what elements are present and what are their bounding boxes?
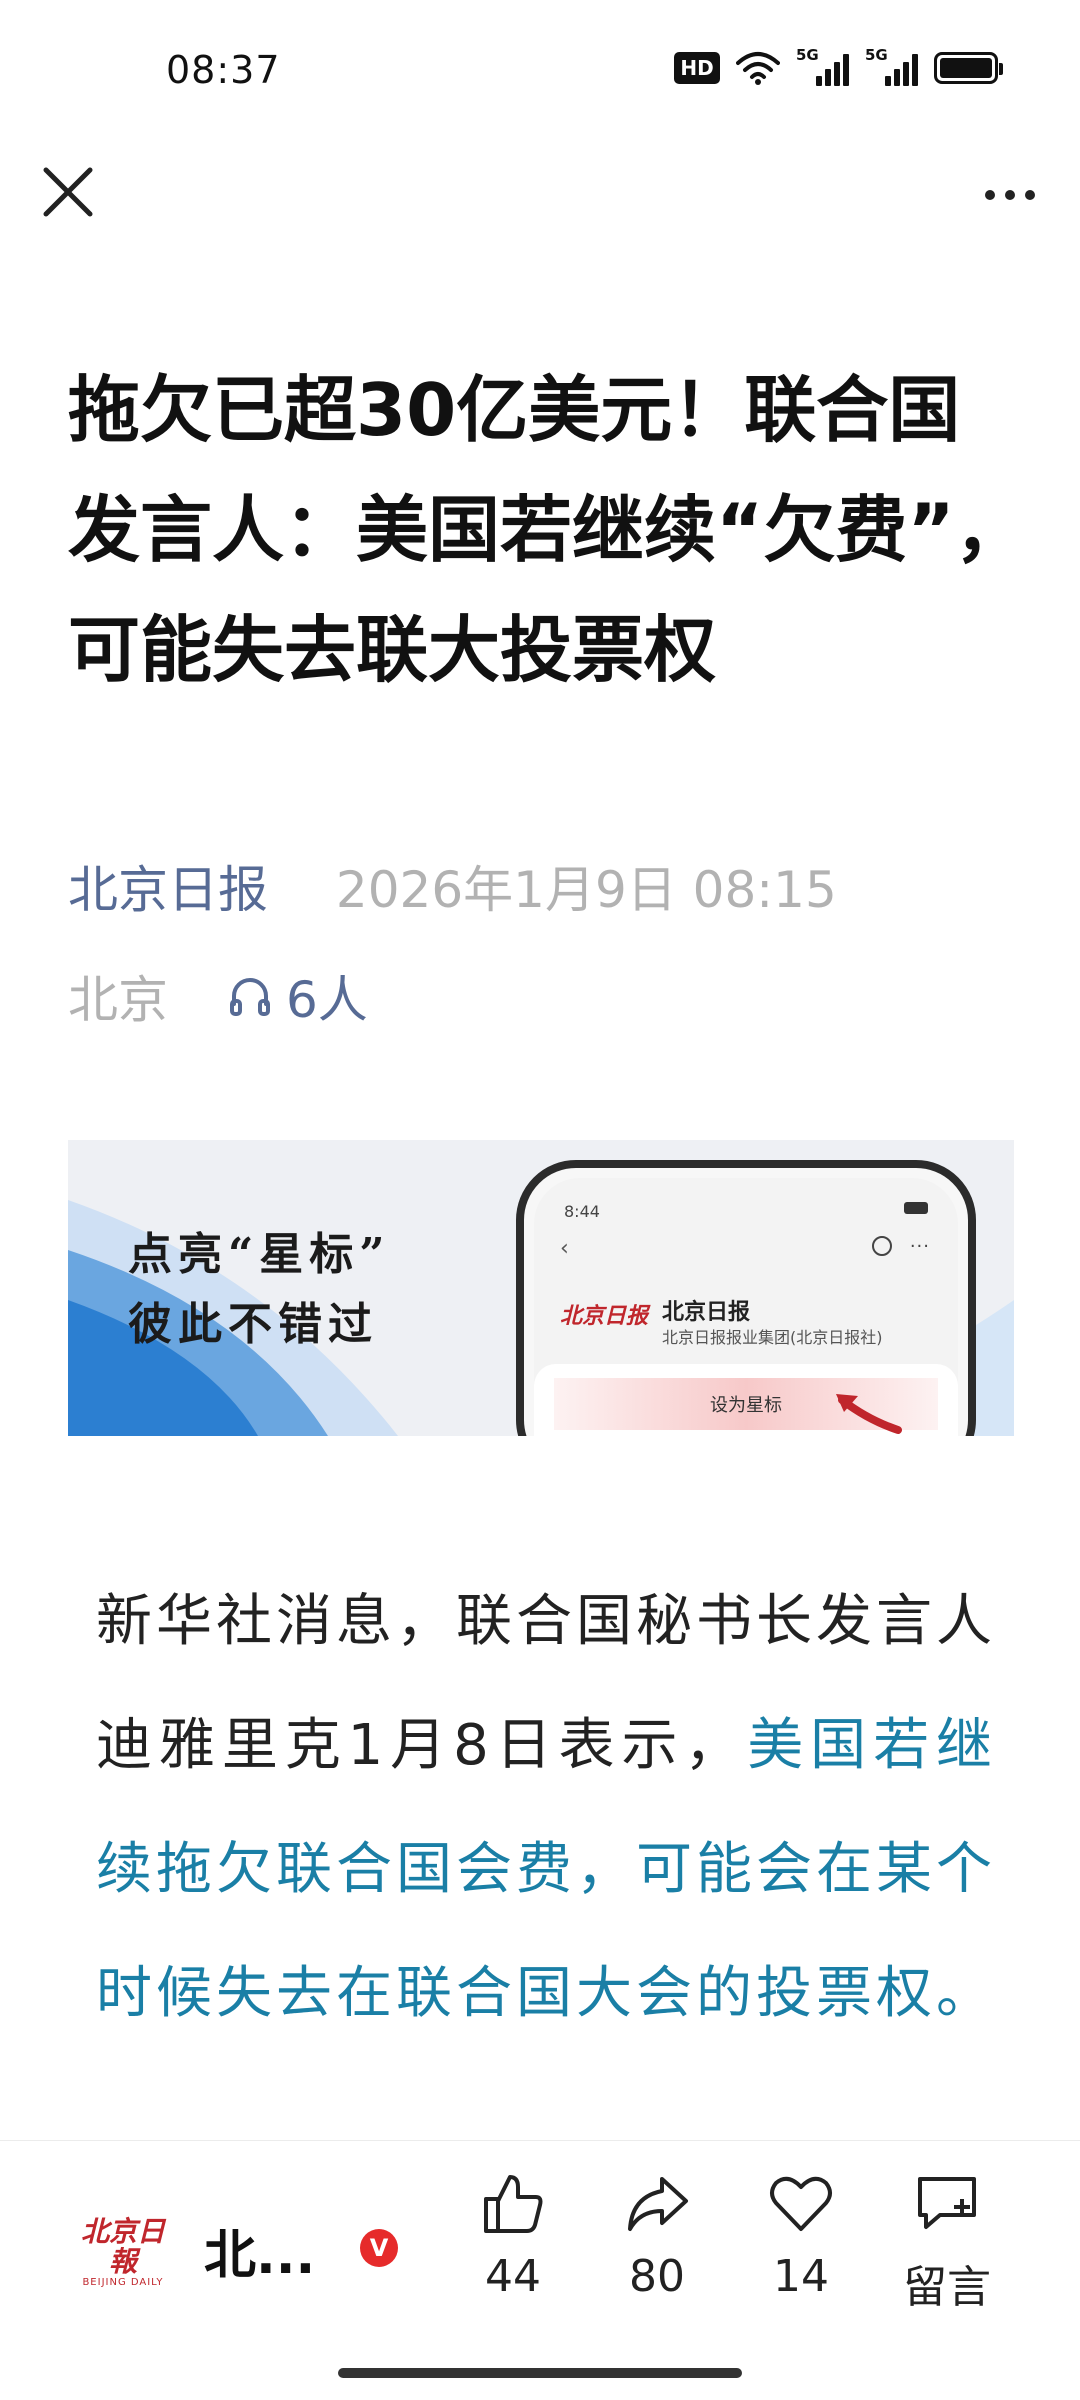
cellular-signal-icon: 5G bbox=[865, 46, 918, 86]
back-icon: ‹ bbox=[560, 1236, 569, 1261]
more-icon bbox=[985, 190, 995, 200]
account-logo[interactable]: 北京日報 BEIJING DAILY bbox=[80, 2217, 166, 2289]
listener-count: 6人 bbox=[286, 971, 368, 1029]
article-paragraph: 新华社消息，联合国秘书长发言人迪雅里克1月8日表示，美国若继续拖欠联合国会费，可… bbox=[96, 1560, 996, 2056]
like-button[interactable]: 44 bbox=[458, 2171, 568, 2302]
publish-date: 2026年1月9日 08:15 bbox=[335, 861, 837, 919]
account-name[interactable]: 北... bbox=[204, 2213, 315, 2288]
article-title: 拖欠已超30亿美元！联合国发言人：美国若继续“欠费”，可能失去联大投票权 bbox=[68, 368, 1027, 692]
phone-account-org: 北京日报报业集团(北京日报社) bbox=[662, 1328, 883, 1347]
favorite-button[interactable]: 14 bbox=[746, 2171, 856, 2302]
follow-star-banner[interactable]: 点亮“星标” 彼此不错过 8:44 ‹ ··· 北京日报 北京日报 北京日报报业… bbox=[68, 1140, 1014, 1436]
more-button[interactable] bbox=[970, 170, 1050, 220]
pointer-arrow-icon bbox=[836, 1394, 902, 1434]
article-meta-secondary: 北京 6人 bbox=[68, 960, 368, 1032]
verified-badge-icon: V bbox=[360, 2229, 398, 2267]
home-indicator[interactable] bbox=[338, 2368, 742, 2378]
share-button[interactable]: 80 bbox=[602, 2171, 712, 2302]
listen-button[interactable]: 6人 bbox=[228, 960, 368, 1032]
wifi-icon bbox=[736, 52, 780, 85]
phone-account-name: 北京日报 bbox=[662, 1300, 751, 1325]
search-icon bbox=[872, 1236, 892, 1256]
banner-slogan: 点亮“星标” 彼此不错过 bbox=[128, 1229, 391, 1350]
comment-label: 留言 bbox=[903, 2262, 991, 2313]
source-link[interactable]: 北京日报 bbox=[68, 861, 268, 919]
location-label: 北京 bbox=[68, 971, 168, 1029]
heart-icon bbox=[770, 2176, 832, 2231]
status-icons: HD 5G 5G bbox=[674, 46, 1003, 86]
close-icon bbox=[43, 167, 93, 217]
close-button[interactable] bbox=[36, 160, 100, 224]
article-meta: 北京日报 2026年1月9日 08:15 bbox=[68, 850, 837, 922]
like-count: 44 bbox=[485, 2251, 541, 2302]
bottom-action-bar: 北京日報 BEIJING DAILY 北... V 44 80 14 留言 bbox=[0, 2140, 1080, 2341]
comment-button[interactable]: 留言 bbox=[892, 2171, 1002, 2315]
more-icon: ··· bbox=[909, 1236, 930, 1257]
status-time: 08:37 bbox=[166, 48, 281, 92]
share-arrow-icon bbox=[628, 2177, 688, 2231]
favorite-count: 14 bbox=[773, 2251, 829, 2302]
newspaper-logo: 北京日报 bbox=[560, 1303, 649, 1329]
hd-voice-icon: HD bbox=[674, 52, 720, 84]
status-bar: 08:37 HD 5G 5G bbox=[0, 0, 1080, 140]
headphones-icon bbox=[230, 978, 270, 1016]
battery-icon bbox=[934, 52, 1003, 84]
cellular-signal-icon: 5G bbox=[796, 46, 849, 86]
share-count: 80 bbox=[629, 2251, 685, 2302]
comment-add-icon bbox=[918, 2177, 976, 2229]
thumbs-up-icon bbox=[484, 2175, 543, 2233]
